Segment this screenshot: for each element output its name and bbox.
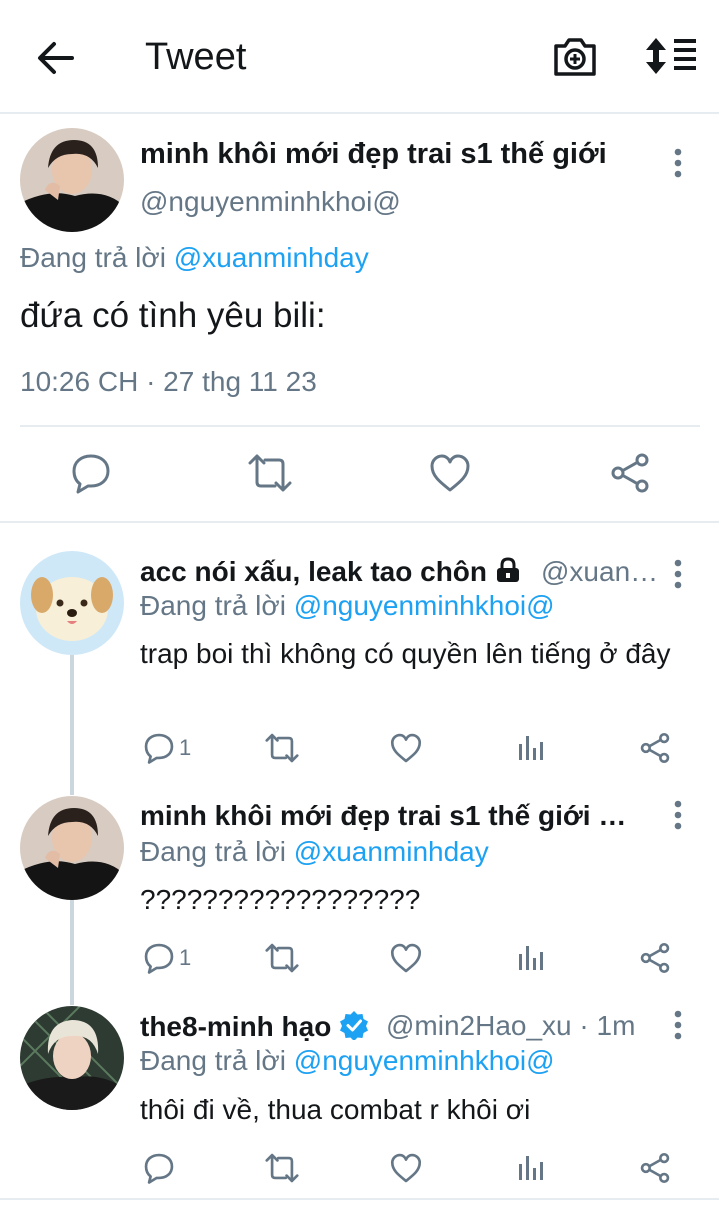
retweet-icon[interactable] — [264, 942, 300, 974]
user-handle[interactable]: @nguyenminhkhoi@ — [140, 186, 401, 218]
mention-link[interactable]: @nguyenminhkhoi@ — [294, 590, 555, 621]
reply-icon[interactable] — [70, 452, 112, 494]
avatar[interactable] — [20, 1006, 124, 1110]
replying-to: Đang trả lời @nguyenminhkhoi@ — [140, 1045, 555, 1076]
analytics-icon[interactable] — [517, 944, 545, 972]
share-icon[interactable] — [639, 942, 671, 974]
share-icon[interactable] — [609, 452, 651, 494]
mention-link[interactable]: @xuanminhday — [174, 242, 369, 273]
analytics-icon[interactable] — [517, 734, 545, 762]
divider — [20, 425, 700, 427]
mention-link[interactable]: @xuanminhday — [294, 836, 489, 867]
retweet-icon[interactable] — [264, 732, 300, 764]
top-app-bar: Tweet — [0, 0, 719, 114]
thread-line — [70, 655, 74, 795]
reply-count: 1 — [179, 735, 192, 760]
share-icon[interactable] — [639, 732, 671, 764]
reply-icon[interactable] — [143, 1152, 175, 1184]
back-arrow-icon[interactable] — [32, 36, 80, 80]
camera-add-icon[interactable] — [552, 36, 598, 78]
divider — [0, 1198, 719, 1200]
tweet-text: thôi đi về, thua combat r khôi ơi — [140, 1094, 531, 1125]
more-options-icon[interactable] — [668, 144, 688, 184]
tweet-text: ?????????????????? — [140, 884, 421, 915]
avatar[interactable] — [20, 128, 124, 232]
mention-link[interactable]: @nguyenminhkhoi@ — [294, 1045, 555, 1076]
user-handle[interactable]: @min2Hao_xu · 1m — [386, 1010, 635, 1042]
tweet-text: đứa có tình yêu bili: — [20, 296, 326, 335]
display-name[interactable]: the8-minh hạo — [140, 1010, 369, 1043]
more-options-icon[interactable] — [668, 1006, 688, 1046]
like-icon[interactable] — [390, 1152, 422, 1184]
replying-to: Đang trả lời @nguyenminhkhoi@ — [140, 590, 555, 621]
replying-prefix: Đang trả lời — [20, 242, 166, 273]
tweet-text: trap boi thì không có quyền lên tiếng ở … — [140, 638, 671, 669]
avatar[interactable] — [20, 551, 124, 655]
replying-to: Đang trả lời @xuanminhday — [140, 836, 489, 867]
verified-badge-icon — [339, 1011, 369, 1042]
avatar[interactable] — [20, 796, 124, 900]
replying-to: Đang trả lời @xuanminhday — [20, 242, 369, 274]
like-icon[interactable] — [390, 942, 422, 974]
like-icon[interactable] — [390, 732, 422, 764]
thread-line — [70, 900, 74, 1005]
display-name[interactable]: minh khôi mới đẹp trai s1 thế giới — [140, 138, 607, 171]
more-options-icon[interactable] — [668, 555, 688, 595]
sort-icon[interactable] — [644, 36, 698, 76]
page-title: Tweet — [145, 36, 247, 78]
display-name[interactable]: minh khôi mới đẹp trai s1 thế giới … — [140, 800, 626, 832]
divider — [0, 521, 719, 523]
lock-icon — [495, 556, 521, 587]
reply-icon[interactable] — [143, 732, 175, 764]
reply-count: 1 — [179, 945, 192, 970]
like-icon[interactable] — [429, 452, 471, 494]
reply-icon[interactable] — [143, 942, 175, 974]
retweet-icon[interactable] — [264, 1152, 300, 1184]
analytics-icon[interactable] — [517, 1154, 545, 1182]
more-options-icon[interactable] — [668, 796, 688, 836]
display-name[interactable]: acc nói xấu, leak tao chôn — [140, 556, 521, 588]
user-handle[interactable]: @xuan… — [541, 556, 658, 588]
retweet-icon[interactable] — [247, 452, 293, 494]
share-icon[interactable] — [639, 1152, 671, 1184]
tweet-timestamp: 10:26 CH · 27 thg 11 23 — [20, 366, 317, 397]
